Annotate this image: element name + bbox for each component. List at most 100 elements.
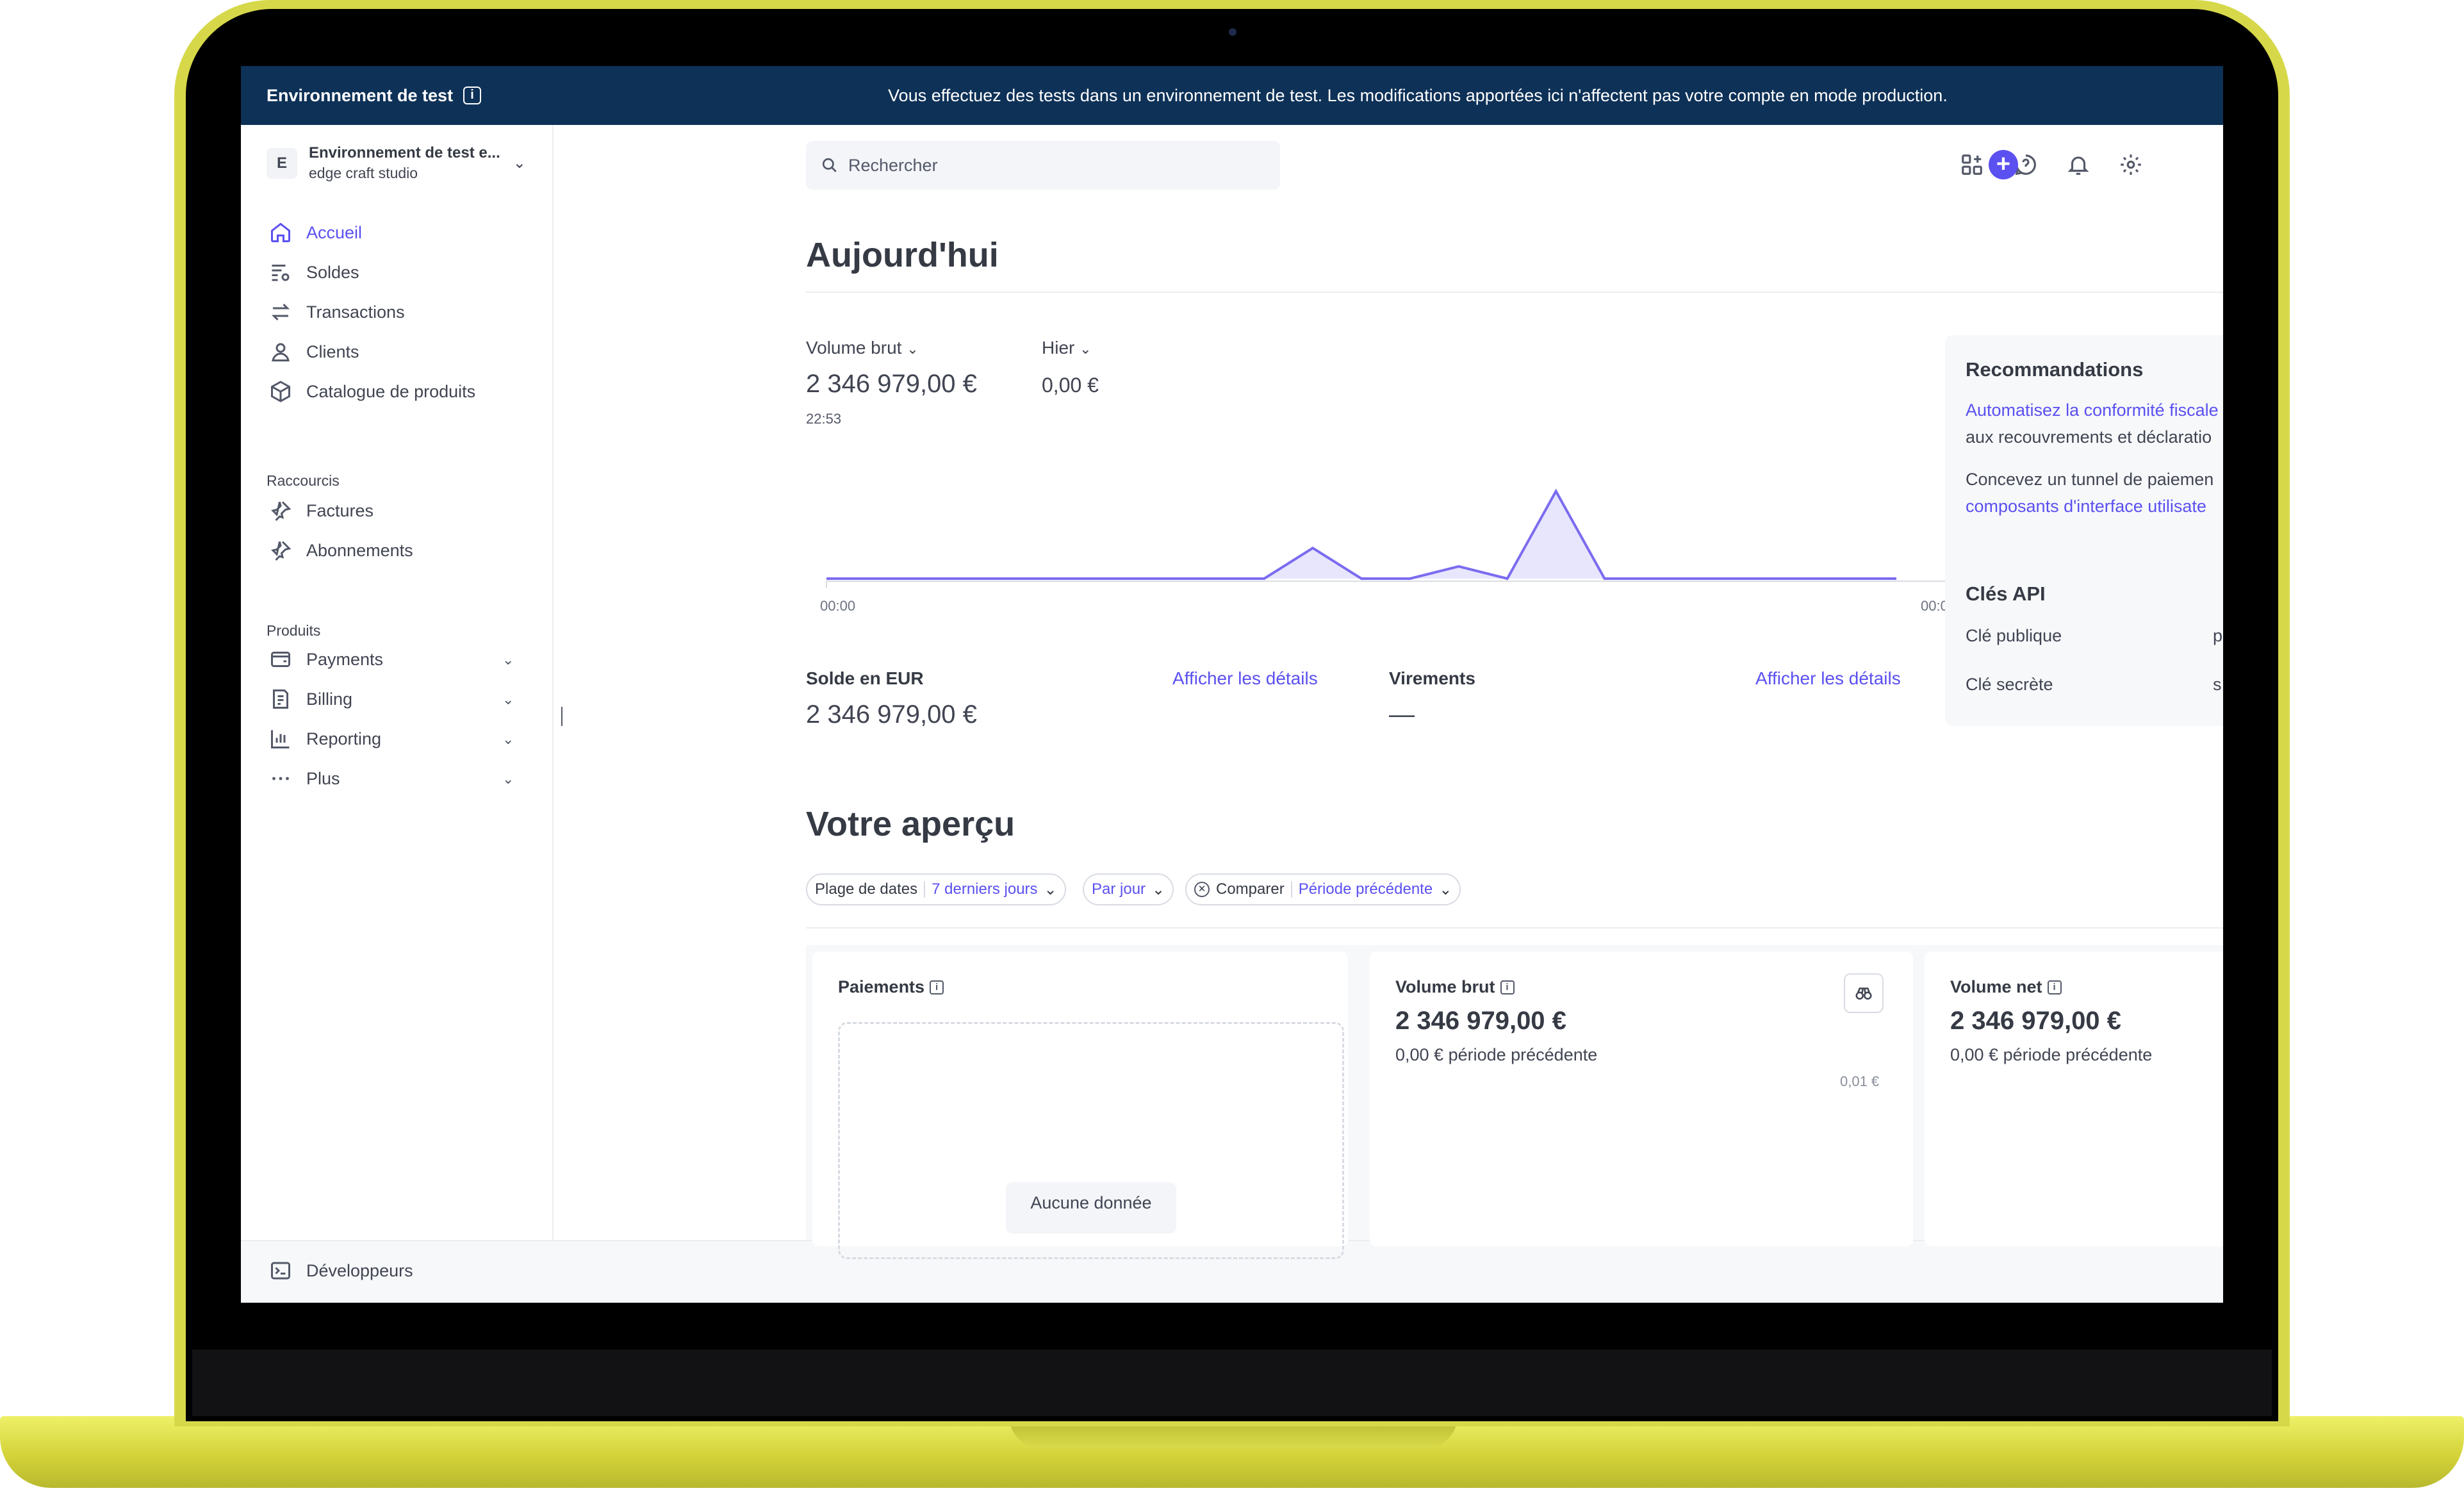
sidebar-item-transactions[interactable]: Transactions [269, 301, 405, 324]
products-heading: Produits [267, 622, 321, 639]
binoculars-icon [1855, 987, 1872, 1000]
chart-series-line [826, 488, 1896, 581]
shortcuts-heading: Raccourcis [267, 472, 340, 489]
gross-volume-time: 22:53 [806, 411, 842, 427]
public-key-value[interactable]: p [2213, 626, 2222, 646]
gross-axis-label: 0,01 € [1840, 1073, 1880, 1089]
overview-cards: Paiements i Aucune donnée Volume brut i 2 … [806, 945, 2223, 1259]
yesterday-label: Hier [1042, 338, 1075, 358]
net-volume-amount: 2 346 979,00 € [1950, 1007, 2121, 1035]
sidebar-item-label: Reporting [306, 729, 382, 748]
compare-label: Comparer [1216, 880, 1285, 898]
today-title: Aujourd'hui [806, 236, 999, 274]
secret-key-label: Clé secrète [1966, 675, 2053, 694]
search-input[interactable]: Rechercher [806, 141, 1280, 190]
sidebar-item-billing[interactable]: Billing [269, 688, 352, 711]
interval-value: Par jour [1092, 880, 1146, 898]
chevron-down-icon: ⌄ [513, 154, 526, 172]
search-placeholder: Rechercher [848, 155, 938, 175]
apps-icon[interactable] [1957, 149, 1987, 180]
terminal-icon [271, 1262, 290, 1280]
sidebar-item-balances[interactable]: Soldes [269, 261, 359, 284]
transfers-value: — [1389, 700, 1415, 729]
pin-icon [271, 541, 292, 561]
account-switcher[interactable]: E Environnement de test e... edge craft … [267, 144, 526, 182]
balance-details-link[interactable]: Afficher les détails [1172, 668, 1318, 689]
chevron-down-icon: ⌄ [1152, 880, 1165, 898]
date-range-filter[interactable]: Plage de dates 7 derniers jours ⌄ [806, 873, 1066, 905]
yesterday-value: 0,00 € [1042, 374, 1099, 397]
binoculars-button[interactable] [1844, 973, 1884, 1013]
sidebar-item-product-catalog[interactable]: Catalogue de produits [269, 380, 475, 403]
clear-icon[interactable]: ✕ [1194, 882, 1210, 897]
balances-icon [272, 265, 290, 281]
sidebar-item-label: Accueil [306, 222, 363, 242]
sidebar-item-label: Factures [306, 500, 374, 520]
recommendation-link-ui[interactable]: composants d'interface utilisate [1966, 497, 2206, 516]
payments-icon [271, 652, 290, 667]
payments-card[interactable]: Paiements i Aucune donnée [812, 952, 1348, 1259]
camera-icon [1229, 28, 1236, 36]
sidebar-item-payments[interactable]: Payments [269, 648, 383, 671]
gross-volume-dropdown[interactable]: Volume brut ⌄ [806, 338, 919, 358]
info-icon[interactable]: i [1500, 980, 1515, 994]
sidebar-item-subscriptions[interactable]: Abonnements [269, 539, 413, 562]
search-icon [822, 158, 837, 172]
chevron-down-icon[interactable]: ⌄ [502, 731, 514, 748]
test-mode-banner: Environnement de test i Vous effectuez d… [241, 66, 2223, 125]
more-icon [272, 777, 289, 780]
gross-volume-card[interactable]: Volume brut i 2 346 979,00 € 0,00 € pério… [1370, 952, 1913, 1246]
sidebar-item-invoices[interactable]: Factures [269, 499, 374, 522]
customer-icon [272, 343, 290, 361]
gross-volume-value: 2 346 979,00 € [806, 370, 977, 398]
transactions-icon [271, 303, 290, 321]
account-avatar: E [267, 147, 297, 179]
sidebar-item-label: Transactions [306, 302, 405, 322]
chevron-down-icon: ⌄ [1044, 880, 1057, 898]
yesterday-dropdown[interactable]: Hier ⌄ [1042, 338, 1092, 358]
chart-axis-start: 00:00 [820, 598, 856, 614]
bell-icon[interactable] [2063, 149, 2094, 180]
create-plus-button[interactable]: + [1989, 150, 2018, 179]
chevron-down-icon[interactable]: ⌄ [502, 691, 514, 708]
reporting-icon [271, 730, 290, 748]
laptop-mockup: Environnement de test i Vous effectuez d… [0, 0, 2464, 1502]
home-icon [271, 222, 290, 242]
chevron-down-icon[interactable]: ⌄ [502, 652, 514, 668]
public-key-label: Clé publique [1966, 626, 2062, 645]
secret-key-value[interactable]: s [2213, 675, 2222, 695]
recommendation-text: Concevez un tunnel de paiemen [1966, 470, 2214, 489]
separator [924, 881, 926, 898]
gross-volume-title: Volume brut i [1395, 977, 1515, 997]
interval-filter[interactable]: Par jour ⌄ [1083, 873, 1174, 905]
developers-label: Développeurs [306, 1260, 413, 1280]
balance-label: Solde en EUR [806, 668, 924, 688]
no-data-badge: Aucune donnée [1006, 1182, 1176, 1234]
api-keys-title: Clés API [1966, 582, 2046, 605]
recommendation-link-tax[interactable]: Automatisez la conformité fiscale [1966, 400, 2219, 420]
developers-button[interactable]: Développeurs [269, 1259, 413, 1282]
gross-volume-amount: 2 346 979,00 € [1395, 1007, 1566, 1035]
sidebar-item-more[interactable]: Plus [269, 767, 340, 790]
sidebar-item-customers[interactable]: Clients [269, 340, 359, 363]
info-icon[interactable]: i [930, 980, 944, 994]
date-range-value: 7 derniers jours [932, 880, 1038, 898]
sidebar-item-home[interactable]: Accueil [269, 221, 362, 244]
net-volume-card[interactable]: Volume net i 2 346 979,00 € 0,00 € périod… [1925, 952, 2223, 1246]
chevron-down-icon: ⌄ [1080, 341, 1092, 357]
info-icon[interactable]: i [2047, 980, 2062, 994]
sidebar-item-reporting[interactable]: Reporting [269, 727, 381, 750]
screen: Environnement de test i Vous effectuez d… [241, 66, 2223, 1303]
recommendations-panel: Recommandations Automatisez la conformit… [1945, 335, 2223, 726]
chart-area [826, 491, 1896, 579]
banner-message: Vous effectuez des tests dans un environ… [888, 85, 1948, 105]
chevron-down-icon[interactable]: ⌄ [502, 771, 514, 788]
divider [806, 292, 2223, 293]
billing-icon [273, 689, 288, 709]
compare-filter[interactable]: ✕ Comparer Période précédente ⌄ [1185, 873, 1461, 905]
gear-icon[interactable] [2115, 149, 2146, 180]
business-name: edge craft studio [309, 165, 418, 181]
compare-value: Période précédente [1298, 880, 1433, 898]
transfers-details-link[interactable]: Afficher les détails [1755, 668, 1901, 689]
resize-handle[interactable] [561, 707, 563, 726]
